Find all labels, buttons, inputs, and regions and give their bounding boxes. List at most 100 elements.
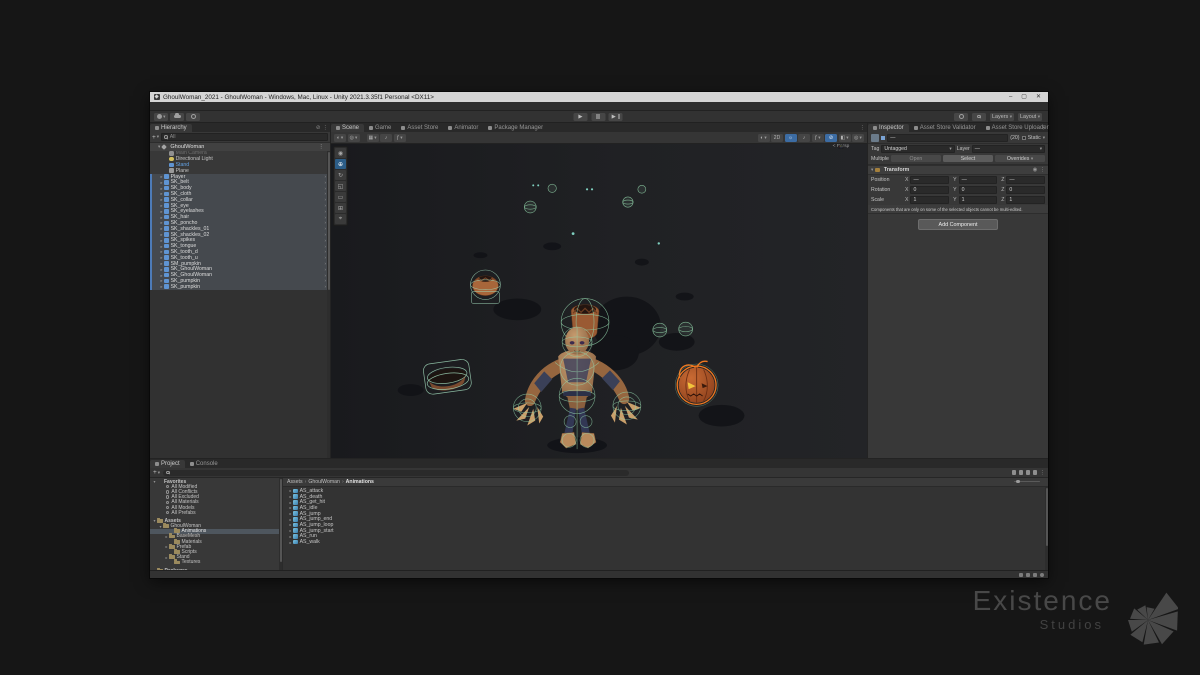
menu-dots-icon[interactable]: ⋮	[318, 144, 324, 150]
open-asset-icon[interactable]	[1012, 470, 1017, 475]
view-tab[interactable]: Package Manager	[483, 124, 548, 132]
tab-hierarchy[interactable]: Hierarchy	[150, 124, 192, 132]
render-doc-dropdown[interactable]: ◐▾	[758, 134, 770, 142]
caret-down-icon[interactable]: ▾	[1043, 135, 1045, 141]
prefab-overrides-dropdown[interactable]: Overrides▾	[995, 155, 1045, 162]
prefab-chevron-icon[interactable]: ›	[325, 267, 326, 272]
project-folder[interactable]: ▸ Packages	[150, 568, 282, 570]
gizmos-dropdown[interactable]: ◎▾	[852, 134, 864, 142]
step-button[interactable]: ▶	[609, 113, 623, 121]
add-component-button[interactable]: Add Component	[918, 219, 998, 230]
maximize-button[interactable]: ▢	[1018, 93, 1030, 102]
menu-dots-icon[interactable]: ⋮	[860, 125, 866, 131]
project-tree-scrollbar[interactable]	[279, 478, 282, 570]
hierarchy-scrollbar[interactable]	[327, 151, 330, 459]
x-value-field[interactable]: 1	[910, 196, 949, 204]
prefab-chevron-icon[interactable]: ›	[325, 278, 326, 283]
hierarchy-search-input[interactable]: All	[161, 133, 328, 142]
layout-dropdown[interactable]: Layout▾	[1018, 113, 1042, 121]
camera-settings-dropdown[interactable]: ◧▾	[839, 134, 851, 142]
prefab-chevron-icon[interactable]: ›	[325, 186, 326, 191]
prefab-chevron-icon[interactable]: ›	[325, 255, 326, 260]
prefab-chevron-icon[interactable]: ›	[325, 261, 326, 266]
hierarchy-item[interactable]: ▸ SK_pumpkin ›	[150, 284, 330, 290]
create-button[interactable]: +▾	[152, 134, 159, 141]
lighting-toggle[interactable]: ☼	[785, 134, 797, 142]
z-value-field[interactable]: —	[1006, 176, 1045, 184]
prefab-chevron-icon[interactable]: ›	[325, 174, 326, 179]
lock-icon[interactable]: ⊘	[316, 125, 321, 131]
inspector-tab[interactable]: Asset Store Validator	[909, 124, 981, 132]
draw-gizmo-dropdown[interactable]: ◎▾	[348, 134, 360, 142]
favorite-icon[interactable]	[1026, 470, 1031, 475]
component-menu-icon[interactable]: ⋮	[1040, 167, 1045, 173]
x-value-field[interactable]: 0	[910, 186, 949, 194]
layer-dropdown[interactable]: —▾	[972, 145, 1045, 153]
breadcrumb-item[interactable]: Assets›	[287, 479, 306, 485]
z-value-field[interactable]: 1	[1006, 196, 1045, 204]
project-folder[interactable]: Textures	[150, 560, 282, 565]
audio-toggle[interactable]: ♪	[380, 134, 392, 142]
prefab-chevron-icon[interactable]: ›	[325, 284, 326, 289]
prefab-chevron-icon[interactable]: ›	[325, 244, 326, 249]
y-value-field[interactable]: 1	[959, 196, 998, 204]
project-folder[interactable]: All Prefabs	[150, 510, 282, 515]
bottom-tab[interactable]: Project	[150, 460, 185, 468]
breadcrumb-item[interactable]: GhoulWoman›	[308, 479, 343, 485]
audio-mute-toggle[interactable]: ♪	[798, 134, 810, 142]
close-button[interactable]: ✕	[1033, 93, 1044, 102]
prefab-chevron-icon[interactable]: ›	[325, 209, 326, 214]
z-value-field[interactable]: 0	[1006, 186, 1045, 194]
cloud-button[interactable]	[170, 113, 184, 121]
static-checkbox[interactable]	[1022, 136, 1026, 140]
grid-dropdown[interactable]: ▦▾	[367, 134, 379, 142]
asset-item[interactable]: ▸ AS_walk	[283, 539, 1048, 545]
view-tool-button[interactable]: ◉	[335, 148, 346, 158]
prefab-chevron-icon[interactable]: ›	[325, 180, 326, 185]
active-checkbox[interactable]	[881, 136, 885, 140]
activity-icon[interactable]	[1033, 573, 1037, 577]
menu-dots-icon[interactable]: ⋮	[323, 125, 329, 131]
file-list-scrollbar[interactable]	[1045, 487, 1048, 570]
project-search-input[interactable]	[163, 470, 629, 476]
hidden-packages-icon[interactable]	[1019, 470, 1024, 475]
inspector-tab[interactable]: Inspector	[868, 124, 909, 132]
menu-dots-icon[interactable]: ⋮	[1041, 125, 1047, 131]
prefab-chevron-icon[interactable]: ›	[325, 238, 326, 243]
services-button[interactable]	[186, 113, 200, 121]
create-asset-button[interactable]: +▾	[153, 469, 160, 476]
transform-component-header[interactable]: ▾ Transform ◉⋮	[868, 165, 1048, 175]
prefab-chevron-icon[interactable]: ›	[325, 191, 326, 196]
breadcrumb-item[interactable]: Animations	[346, 479, 376, 485]
prefab-chevron-icon[interactable]: ›	[325, 249, 326, 254]
move-tool-button[interactable]: ⊕	[335, 159, 346, 169]
undo-history-button[interactable]	[954, 113, 968, 121]
transform-tool-button[interactable]: ⊞	[335, 203, 346, 213]
scene-root-row[interactable]: ▾ GhoulWoman ⋮	[150, 143, 330, 151]
prefab-chevron-icon[interactable]: ›	[325, 203, 326, 208]
menu-dots-icon[interactable]: ⋮	[1040, 470, 1046, 476]
minimize-button[interactable]: –	[1006, 93, 1015, 102]
view-tab[interactable]: Asset Store	[396, 124, 443, 132]
scale-tool-button[interactable]: ◱	[335, 181, 346, 191]
progress-icon[interactable]	[1040, 573, 1044, 577]
prefab-chevron-icon[interactable]: ›	[325, 215, 326, 220]
prefab-select-button[interactable]: Select	[943, 155, 993, 162]
2d-toggle[interactable]: 2D	[771, 134, 783, 142]
view-tab[interactable]: Game	[364, 124, 396, 132]
object-name-field[interactable]: —	[887, 134, 1008, 142]
prefab-chevron-icon[interactable]: ›	[325, 273, 326, 278]
console-warning-icon[interactable]	[1026, 573, 1030, 577]
asset-scale-slider[interactable]	[1014, 481, 1040, 482]
shading-mode-dropdown[interactable]: ◐▾	[334, 134, 346, 142]
layers-dropdown[interactable]: Layers▾	[990, 113, 1014, 121]
help-icon[interactable]: ◉	[1033, 167, 1038, 173]
search-button[interactable]	[972, 113, 986, 121]
x-value-field[interactable]: —	[910, 176, 949, 184]
lock-icon[interactable]	[1033, 470, 1038, 475]
console-message-icon[interactable]	[1019, 573, 1023, 577]
tag-dropdown[interactable]: Untagged▾	[881, 145, 954, 153]
bottom-tab[interactable]: Console	[185, 460, 223, 468]
prefab-chevron-icon[interactable]: ›	[325, 197, 326, 202]
expander-icon[interactable]: ▾	[152, 479, 157, 484]
